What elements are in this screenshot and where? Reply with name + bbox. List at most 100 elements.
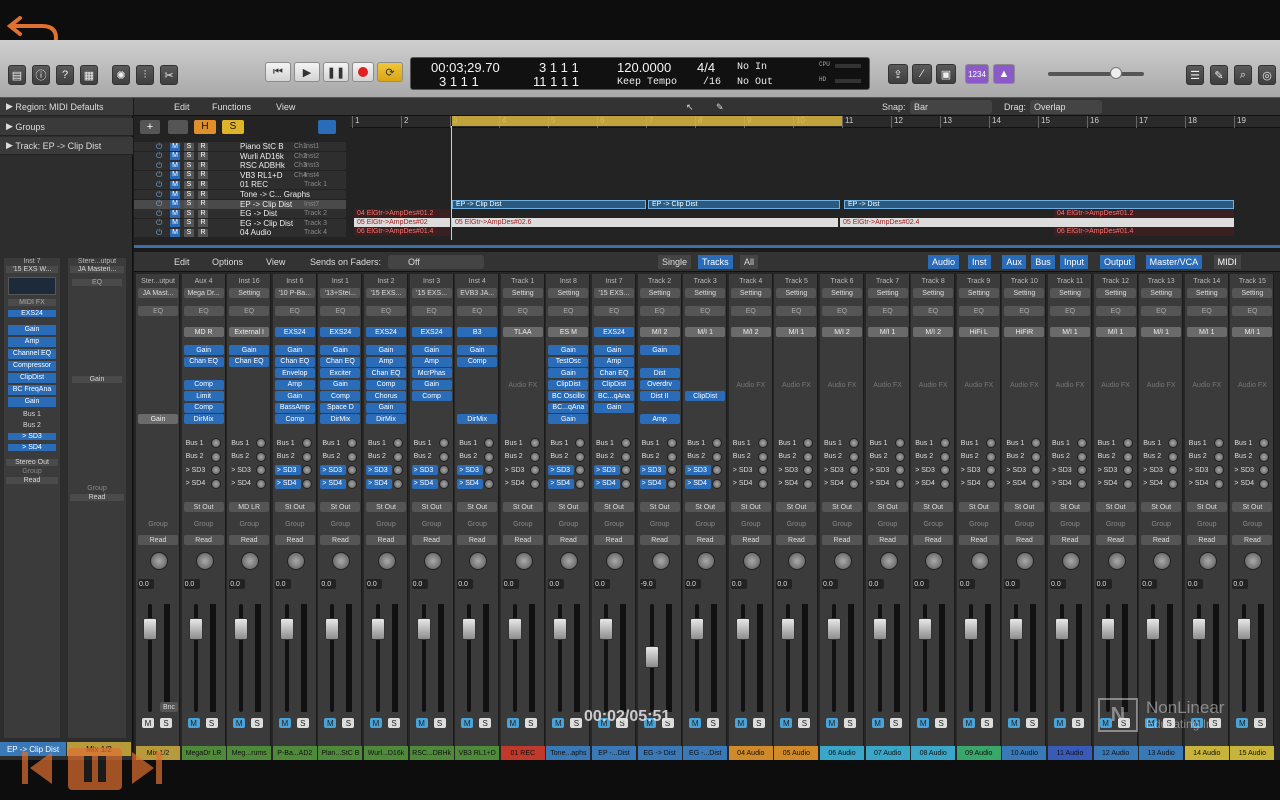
strip-send-slot[interactable]: Bus 1 [913, 438, 939, 448]
strip-solo-button[interactable]: S [1254, 718, 1267, 728]
strip-output[interactable]: St Out [457, 502, 498, 512]
pencil-button[interactable]: ⁄ [912, 64, 932, 84]
strip-plugin-slot[interactable]: Gain [366, 402, 406, 413]
region-c-2[interactable]: 06 ElGtr->AmpDes#01.4 [1054, 227, 1234, 236]
strip-plugin-slot[interactable]: Amp [274, 379, 315, 390]
strip-name[interactable]: 12 Audio [1093, 746, 1138, 760]
send-level-knob[interactable] [757, 438, 768, 448]
strip-plugin-slot[interactable]: BC...qAna [594, 391, 634, 401]
strip-send-slot[interactable]: Bus 1 [1232, 438, 1258, 448]
track-mute-button[interactable]: M [170, 200, 180, 209]
pan-knob[interactable] [742, 552, 761, 570]
strip-output[interactable]: St Out [958, 502, 999, 512]
strip-plugin-slot[interactable]: Gain [594, 402, 634, 413]
inspector-button[interactable]: ⓘ [32, 65, 50, 85]
send-level-knob[interactable] [985, 478, 996, 489]
strip-plugin-slot[interactable]: Chorus [366, 391, 406, 401]
track-mute-button[interactable]: M [170, 228, 180, 237]
send-level-knob[interactable] [256, 451, 267, 462]
strip-setting[interactable]: Setting [958, 288, 999, 298]
strip-automation[interactable]: Read [913, 535, 954, 545]
send-level-knob[interactable] [621, 438, 631, 448]
track-solo-button[interactable]: S [184, 200, 194, 209]
send-level-knob[interactable] [803, 438, 814, 448]
send-level-knob[interactable] [575, 478, 586, 489]
send-level-knob[interactable] [256, 465, 267, 475]
strip-solo-button[interactable]: S [524, 718, 537, 728]
track-record-button[interactable]: R [198, 228, 208, 237]
strip-mute-button[interactable]: M [871, 718, 884, 728]
strip-group[interactable]: Group [320, 519, 360, 529]
power-icon[interactable]: ⏻ [156, 228, 162, 238]
strip-plugin-slot[interactable]: Gain [320, 379, 361, 390]
strip-send-slot[interactable]: Bus 2 [594, 452, 620, 462]
mixer-filter-master-vca[interactable]: Master/VCA [1145, 255, 1203, 269]
send-level-knob[interactable] [256, 438, 267, 448]
strip-send-slot[interactable]: Bus 2 [913, 452, 939, 462]
pan-knob[interactable] [970, 552, 989, 570]
inspector-strip-setting[interactable]: '15 EXS W... [6, 266, 58, 273]
strip-send-slot[interactable]: Bus 2 [503, 452, 529, 462]
strip-mute-button[interactable]: M [826, 718, 838, 728]
strip-mute-button[interactable]: M [415, 718, 428, 728]
strip-input[interactable]: EXS24 [366, 327, 406, 337]
strip-name[interactable]: Tone...aphs [546, 746, 591, 760]
send-level-knob[interactable] [210, 465, 221, 475]
track-solo-button[interactable]: S [184, 180, 194, 189]
track-solo-button[interactable]: S [184, 171, 194, 180]
send-level-knob[interactable] [712, 438, 723, 448]
strip-output[interactable]: St Out [183, 502, 224, 512]
send-level-knob[interactable] [210, 451, 221, 462]
strip-setting[interactable]: Setting [502, 288, 543, 298]
strip-input[interactable]: M/I 2 [730, 327, 771, 337]
strip-mute-button[interactable]: M [1054, 718, 1066, 728]
send-level-knob[interactable] [621, 451, 631, 462]
strip-automation[interactable]: Read [822, 535, 862, 545]
send-level-knob[interactable] [1122, 438, 1133, 448]
strip-input[interactable]: M/I 2 [913, 327, 954, 337]
send-level-knob[interactable] [301, 451, 312, 462]
track-header[interactable]: ⏻ M S R EG -> Clip Dist Track 3 [134, 218, 346, 228]
send-level-knob[interactable] [1213, 451, 1224, 462]
strip-automation[interactable]: Read [958, 535, 999, 545]
record-button[interactable] [352, 62, 374, 82]
strip-send-slot[interactable]: Bus 2 [1004, 452, 1030, 462]
strip-automation[interactable]: Read [138, 535, 178, 545]
strip-setting[interactable]: Setting [867, 288, 908, 298]
mixer-options-menu[interactable]: Options [208, 255, 247, 269]
strip-input[interactable]: M/I 2 [822, 327, 862, 337]
send-level-knob[interactable] [1168, 478, 1179, 489]
strip-plugin-slot[interactable]: Chan EQ [229, 356, 270, 367]
pan-knob[interactable] [378, 552, 396, 570]
strip-output[interactable]: St Out [1004, 502, 1045, 512]
pan-knob[interactable] [697, 552, 716, 570]
strip-plugin-slot[interactable]: Gain [183, 345, 224, 355]
send-level-knob[interactable] [849, 438, 859, 448]
volume-fader-cap[interactable] [279, 618, 294, 640]
strip-input[interactable]: M/I 1 [1232, 327, 1273, 337]
mixer-button[interactable]: ⫶ [136, 65, 154, 85]
strip-send-slot[interactable]: > SD3 [776, 465, 802, 475]
strip-send-slot[interactable]: > SD4 [184, 479, 210, 489]
strip-send-slot[interactable]: > SD3 [1050, 465, 1076, 475]
strip-solo-button[interactable]: S [388, 718, 400, 728]
pan-knob[interactable] [1244, 552, 1263, 570]
drag-select[interactable]: Overlap [1030, 100, 1102, 114]
volume-fader-cap[interactable] [1146, 618, 1161, 640]
strip-input[interactable]: M/I 1 [1050, 327, 1090, 337]
strip-eq[interactable]: EQ [411, 306, 452, 316]
track-header[interactable]: ⏻ M S R EG -> Dist Track 2 [134, 209, 346, 219]
strip-setting[interactable]: Setting [730, 288, 771, 298]
send-level-knob[interactable] [210, 478, 221, 489]
track-mute-button[interactable]: M [170, 180, 180, 189]
strip-send-slot[interactable]: > SD3 [411, 465, 438, 475]
metronome-button[interactable]: ▲ [993, 64, 1015, 84]
strip-name[interactable]: P-Ba...AD2 [272, 746, 317, 760]
power-icon[interactable]: ⏻ [156, 170, 162, 180]
strip-send-slot[interactable]: > SD4 [685, 478, 712, 489]
region-ep-3[interactable]: EP -> Dist [844, 200, 1234, 209]
strip-plugin-slot[interactable]: Gain [639, 345, 680, 355]
smart-controls-button[interactable]: ✺ [112, 65, 130, 85]
library-button[interactable]: ▤ [8, 65, 26, 85]
strip-name[interactable]: EP -...Dist [592, 746, 636, 760]
